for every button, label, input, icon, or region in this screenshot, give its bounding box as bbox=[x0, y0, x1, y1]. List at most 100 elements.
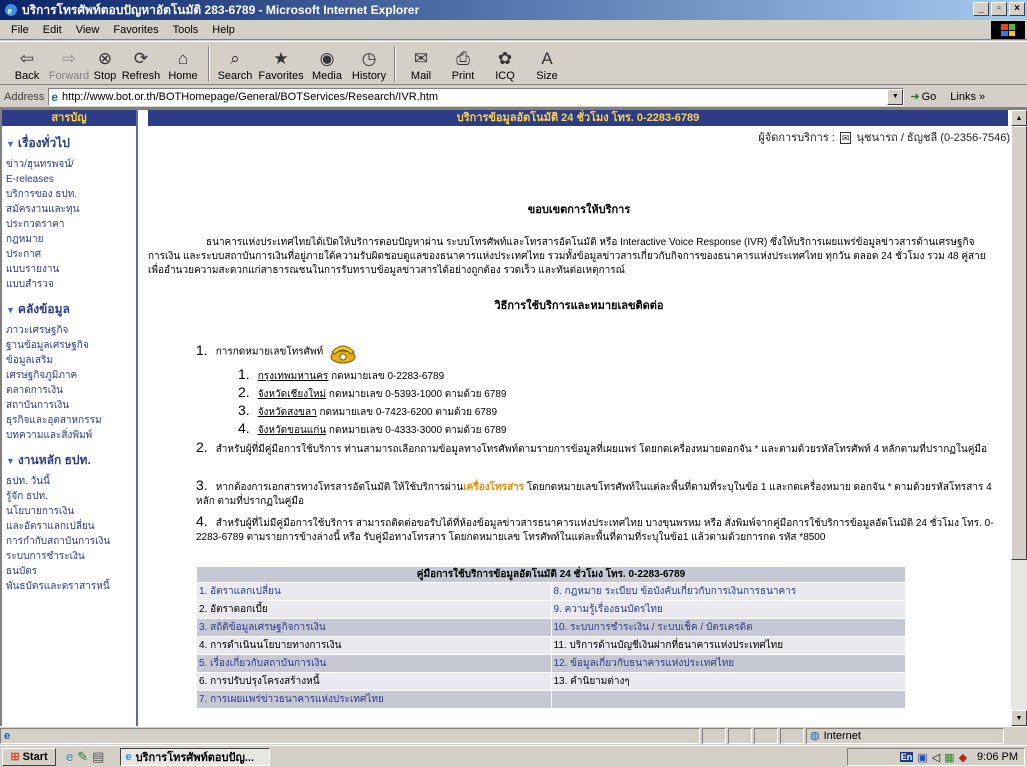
forward-label: Forward bbox=[48, 70, 90, 82]
region-link[interactable]: จังหวัดเชียงใหม่ bbox=[258, 389, 326, 400]
tray-app-icon[interactable]: ▣ bbox=[917, 751, 927, 764]
sidebar-link[interactable]: ธุรกิจและอุตสาหกรรม bbox=[2, 413, 136, 428]
sidebar-link[interactable]: บทความและสิ่งพิมพ์ bbox=[2, 428, 136, 443]
region-item: 2. จังหวัดเชียงใหม่ กดหมายเลข 0-5393-1000… bbox=[238, 384, 507, 402]
sidebar-link[interactable]: ข้อมูลเสริม bbox=[2, 353, 136, 368]
region-item: 3. จังหวัดสงขลา กดหมายเลข 0-7423-6200 ตาม… bbox=[238, 402, 497, 420]
sidebar-link[interactable]: ข่าว/ฮุนทรพจน์/ bbox=[2, 157, 136, 172]
sidebar-section-core[interactable]: ▼ งานหลัก ธปท. bbox=[6, 451, 136, 470]
sidebar-link[interactable]: เศรษฐกิจภูมิภาค bbox=[2, 368, 136, 383]
sidebar-link[interactable]: สมัครงานและทุน bbox=[2, 202, 136, 217]
start-button[interactable]: ⊞ Start bbox=[2, 747, 56, 766]
mail-icon[interactable]: ✉ bbox=[839, 132, 852, 144]
page-done-icon: e bbox=[4, 729, 11, 742]
links-button[interactable]: Links » bbox=[950, 91, 985, 103]
stop-button[interactable]: ⊗ Stop bbox=[90, 44, 120, 84]
guide-title: คู่มือการใช้บริการข้อมูลอัตโนมัติ 24 ชั่… bbox=[196, 566, 906, 583]
mail-button[interactable]: ✉ Mail bbox=[400, 44, 442, 84]
media-button[interactable]: ◉ Media bbox=[306, 44, 348, 84]
favorites-button[interactable]: ★ Favorites bbox=[256, 44, 306, 84]
tray-app-icon[interactable]: ◆ bbox=[959, 751, 967, 764]
sidebar-section-data[interactable]: ▼ คลังข้อมูล bbox=[6, 300, 136, 319]
page-content: สารบัญ ▼ เรื่องทั่วไป ข่าว/ฮุนทรพจน์/ E-r… bbox=[0, 108, 1027, 726]
menu-edit[interactable]: Edit bbox=[36, 24, 69, 36]
menu-file[interactable]: File bbox=[4, 24, 36, 36]
sidebar-link[interactable]: ฐานข้อมูลเศรษฐกิจ bbox=[2, 338, 136, 353]
clock[interactable]: 9:06 PM bbox=[977, 751, 1018, 763]
outlook-quicklaunch-icon[interactable]: ✎ bbox=[77, 749, 88, 765]
vertical-scrollbar[interactable]: ▲ ▼ bbox=[1011, 110, 1027, 726]
maximize-button[interactable]: ▫ bbox=[991, 2, 1007, 16]
guide-link[interactable]: 3. สถิติข้อมูลเศรษฐกิจการเงิน bbox=[196, 618, 552, 637]
guide-link[interactable]: 8. กฎหมาย ระเบียบ ข้อบังคับเกี่ยวกับการเ… bbox=[550, 582, 906, 601]
forward-arrow-icon: ⇨ bbox=[61, 49, 77, 68]
intro-paragraph: ธนาคารแห่งประเทศไทยได้เปิดให้บริการตอบปั… bbox=[148, 237, 986, 276]
sidebar-link[interactable]: E-releases bbox=[2, 172, 136, 187]
sidebar-link[interactable]: ตลาดการเงิน bbox=[2, 383, 136, 398]
scroll-thumb[interactable] bbox=[1011, 126, 1027, 560]
sidebar-link[interactable]: ประกาศ bbox=[2, 247, 136, 262]
guide-link[interactable]: 12. ข้อมูลเกี่ยวกับธนาคารแห่งประเทศไทย bbox=[550, 654, 906, 673]
address-input[interactable]: e http://www.bot.or.th/BOTHomepage/Gener… bbox=[48, 87, 905, 106]
sidebar-link[interactable]: บริการของ ธปท. bbox=[2, 187, 136, 202]
search-button[interactable]: ⌕ Search bbox=[214, 44, 256, 84]
refresh-button[interactable]: ⟳ Refresh bbox=[120, 44, 162, 84]
guide-link[interactable]: 5. เรื่องเกี่ยวกับสถาบันการเงิน bbox=[196, 654, 552, 673]
sidebar-link[interactable]: สถาบันการเงิน bbox=[2, 398, 136, 413]
sidebar-link[interactable]: ธปท. วันนี้ bbox=[2, 474, 136, 489]
region-detail: กดหมายเลข 0-2283-6789 bbox=[328, 371, 445, 382]
sidebar-link[interactable]: พันธบัตรและตราสารหนี้ bbox=[2, 579, 136, 594]
sidebar-link[interactable]: ระบบการชำระเงิน bbox=[2, 549, 136, 564]
sidebar-link[interactable]: และอัตราแลกเปลี่ยน bbox=[2, 519, 136, 534]
history-button[interactable]: ◷ History bbox=[348, 44, 390, 84]
menu-favorites[interactable]: Favorites bbox=[106, 24, 165, 36]
guide-table: คู่มือการใช้บริการข้อมูลอัตโนมัติ 24 ชั่… bbox=[196, 566, 906, 709]
minimize-button[interactable]: _ bbox=[973, 2, 989, 16]
taskbar-window-button[interactable]: e บริการโทรศัพท์ตอบปัญ... bbox=[120, 747, 271, 766]
volume-icon[interactable]: ◁ bbox=[932, 751, 940, 764]
region-link[interactable]: จังหวัดขอนแก่น bbox=[258, 425, 326, 436]
guide-link[interactable]: 1. อัตราแลกเปลี่ยน bbox=[196, 582, 552, 601]
sidebar-link[interactable]: แบบสำรวจ bbox=[2, 277, 136, 292]
home-icon: ⌂ bbox=[177, 49, 189, 68]
menu-view[interactable]: View bbox=[69, 24, 107, 36]
sidebar-link[interactable]: แบบรายงาน bbox=[2, 262, 136, 277]
method-heading: วิธีการใช้บริการและหมายเลขติดต่อ bbox=[494, 300, 664, 312]
ie-quicklaunch-icon[interactable]: e bbox=[66, 749, 73, 765]
scroll-down-button[interactable]: ▼ bbox=[1011, 710, 1027, 726]
forward-button[interactable]: ⇨ Forward bbox=[48, 44, 90, 84]
table-row: 7. การเผยแพร่ข่าวธนาคารแห่งประเทศไทย bbox=[196, 690, 906, 709]
window-title-bar[interactable]: e บริการโทรศัพท์ตอบปัญหาอัตโนมัติ 283-67… bbox=[0, 0, 1027, 20]
sidebar-link[interactable]: รู้จัก ธปท. bbox=[2, 489, 136, 504]
go-button[interactable]: ➜ Go bbox=[910, 90, 936, 104]
table-row: 6. การปรับปรุงโครงสร้างหนี้ 13. คำนิยามต่… bbox=[196, 672, 906, 691]
sidebar-link[interactable]: ภาวะเศรษฐกิจ bbox=[2, 323, 136, 338]
sidebar-section-general[interactable]: ▼ เรื่องทั่วไป bbox=[6, 134, 136, 153]
sidebar-link[interactable]: กฎหมาย bbox=[2, 232, 136, 247]
region-link[interactable]: จังหวัดสงขลา bbox=[258, 407, 317, 418]
back-button[interactable]: ⇦ Back bbox=[6, 44, 48, 84]
address-dropdown-button[interactable]: ▼ bbox=[887, 88, 904, 105]
scroll-up-button[interactable]: ▲ bbox=[1011, 110, 1027, 126]
sidebar-link[interactable]: ประกวดราคา bbox=[2, 217, 136, 232]
sidebar-link[interactable]: ธนบัตร bbox=[2, 564, 136, 579]
print-button[interactable]: ⎙ Print bbox=[442, 44, 484, 84]
menu-tools[interactable]: Tools bbox=[166, 24, 206, 36]
size-button[interactable]: A Size bbox=[526, 44, 568, 84]
language-indicator[interactable]: En bbox=[899, 752, 914, 762]
region-detail: กดหมายเลข 0-4333-3000 ตามด้วย 6789 bbox=[326, 425, 507, 436]
guide-link[interactable]: 10. ระบบการชำระเงิน / ระบบเช็ค / บัตรเคร… bbox=[550, 618, 906, 637]
region-link[interactable]: กรุงเทพมหานคร bbox=[258, 371, 329, 382]
show-desktop-icon[interactable]: ▤ bbox=[92, 749, 104, 765]
guide-link[interactable]: 9. ความรู้เรื่องธนบัตรไทย bbox=[550, 600, 906, 619]
sidebar-link[interactable]: การกำกับสถาบันการเงิน bbox=[2, 534, 136, 549]
close-button[interactable]: × bbox=[1009, 2, 1025, 16]
guide-link[interactable]: 7. การเผยแพร่ข่าวธนาคารแห่งประเทศไทย bbox=[196, 690, 552, 709]
search-label: Search bbox=[217, 70, 253, 82]
sidebar-link[interactable]: นโยบายการเงิน bbox=[2, 504, 136, 519]
icq-button[interactable]: ✿ ICQ bbox=[484, 44, 526, 84]
menu-help[interactable]: Help bbox=[205, 24, 242, 36]
manager-names[interactable]: นุชนารถ / ธัญชลี (0-2356-7546) bbox=[857, 132, 1010, 144]
home-button[interactable]: ⌂ Home bbox=[162, 44, 204, 84]
tray-app-icon[interactable]: ▦ bbox=[944, 751, 954, 764]
